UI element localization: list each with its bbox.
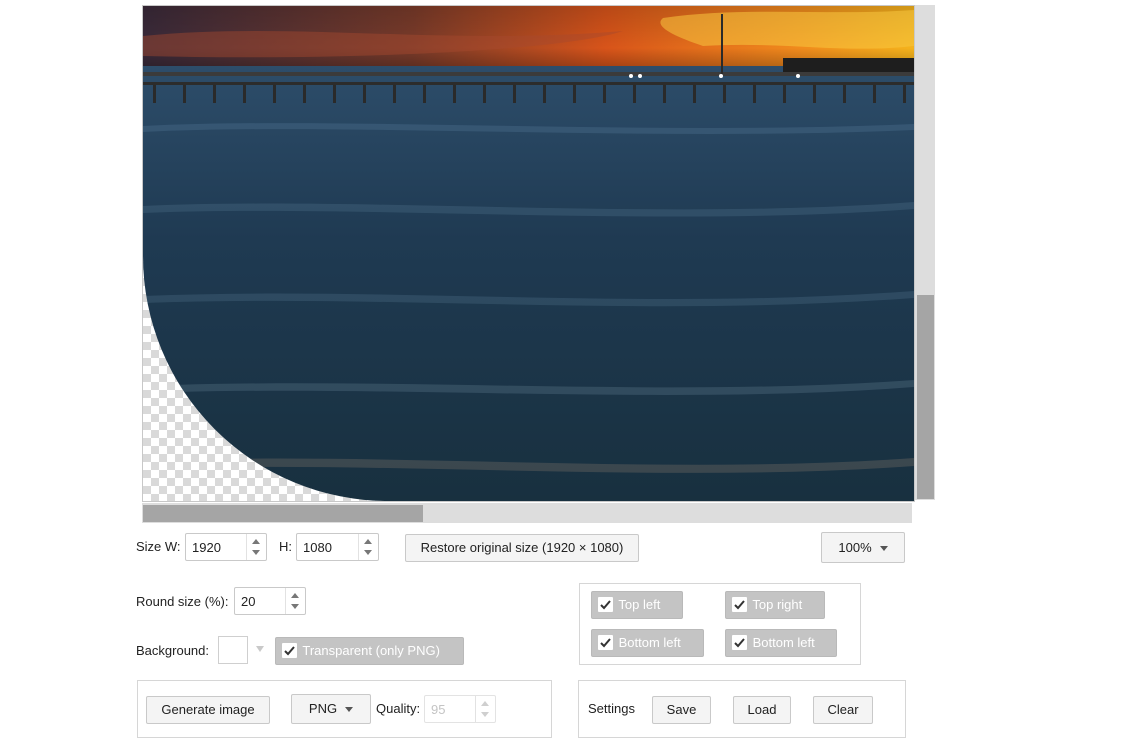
width-increment-icon[interactable] xyxy=(252,539,260,544)
height-stepper[interactable] xyxy=(358,534,378,560)
color-picker-chevron-icon[interactable] xyxy=(256,646,264,652)
chevron-down-icon xyxy=(345,707,354,713)
load-button[interactable]: Load xyxy=(733,696,791,724)
quality-stepper[interactable] xyxy=(475,696,495,722)
corner-bottom-left-toggle[interactable]: Bottom left xyxy=(591,629,704,657)
quality-value: 95 xyxy=(431,702,446,717)
checkbox-checked-icon xyxy=(598,635,613,650)
quality-label: Quality: xyxy=(376,701,421,716)
corner-label: Top right xyxy=(752,597,803,612)
round-size-value: 20 xyxy=(241,594,256,609)
round-size-label: Round size (%): xyxy=(136,594,229,609)
width-stepper[interactable] xyxy=(246,534,266,560)
height-increment-icon[interactable] xyxy=(364,539,372,544)
transparent-label: Transparent (only PNG) xyxy=(302,643,440,658)
round-size-input[interactable]: 20 xyxy=(234,587,306,615)
format-dropdown[interactable]: PNG xyxy=(291,694,371,724)
width-value: 1920 xyxy=(192,540,221,555)
corner-label: Top left xyxy=(618,597,661,612)
checkbox-checked-icon xyxy=(732,635,747,650)
transparent-toggle[interactable]: Transparent (only PNG) xyxy=(275,637,464,665)
size-width-label: Size W: xyxy=(136,539,181,554)
background-color-swatch[interactable] xyxy=(218,636,248,664)
quality-decrement-icon[interactable] xyxy=(481,712,489,717)
corner-label: Bottom left xyxy=(752,635,815,650)
width-input[interactable]: 1920 xyxy=(185,533,267,561)
restore-size-button[interactable]: Restore original size (1920 × 1080) xyxy=(405,534,639,562)
zoom-dropdown[interactable]: 100% xyxy=(821,532,905,563)
checkbox-checked-icon xyxy=(282,643,297,658)
height-input[interactable]: 1080 xyxy=(296,533,379,561)
vertical-scrollbar-thumb[interactable] xyxy=(917,295,934,499)
height-value: 1080 xyxy=(303,540,332,555)
round-decrement-icon[interactable] xyxy=(291,604,299,609)
quality-input[interactable]: 95 xyxy=(424,695,496,723)
corner-top-left-toggle[interactable]: Top left xyxy=(591,591,683,619)
preview-canvas xyxy=(143,6,914,501)
quality-increment-icon[interactable] xyxy=(481,701,489,706)
image-preview xyxy=(142,5,915,502)
background-label: Background: xyxy=(136,643,209,658)
height-decrement-icon[interactable] xyxy=(364,550,372,555)
generate-image-button[interactable]: Generate image xyxy=(146,696,270,724)
horizontal-scrollbar-thumb[interactable] xyxy=(143,505,423,522)
corner-label: Bottom left xyxy=(618,635,681,650)
settings-label: Settings xyxy=(588,701,635,716)
width-decrement-icon[interactable] xyxy=(252,550,260,555)
corner-bottom-right-toggle[interactable]: Bottom left xyxy=(725,629,837,657)
corner-top-right-toggle[interactable]: Top right xyxy=(725,591,825,619)
round-increment-icon[interactable] xyxy=(291,593,299,598)
round-size-stepper[interactable] xyxy=(285,588,305,614)
clear-button[interactable]: Clear xyxy=(813,696,873,724)
format-value: PNG xyxy=(308,701,338,716)
size-height-label: H: xyxy=(279,539,292,554)
checkbox-checked-icon xyxy=(598,597,613,612)
chevron-down-icon xyxy=(879,546,888,552)
zoom-value: 100% xyxy=(838,540,872,555)
checkbox-checked-icon xyxy=(732,597,747,612)
save-button[interactable]: Save xyxy=(652,696,711,724)
